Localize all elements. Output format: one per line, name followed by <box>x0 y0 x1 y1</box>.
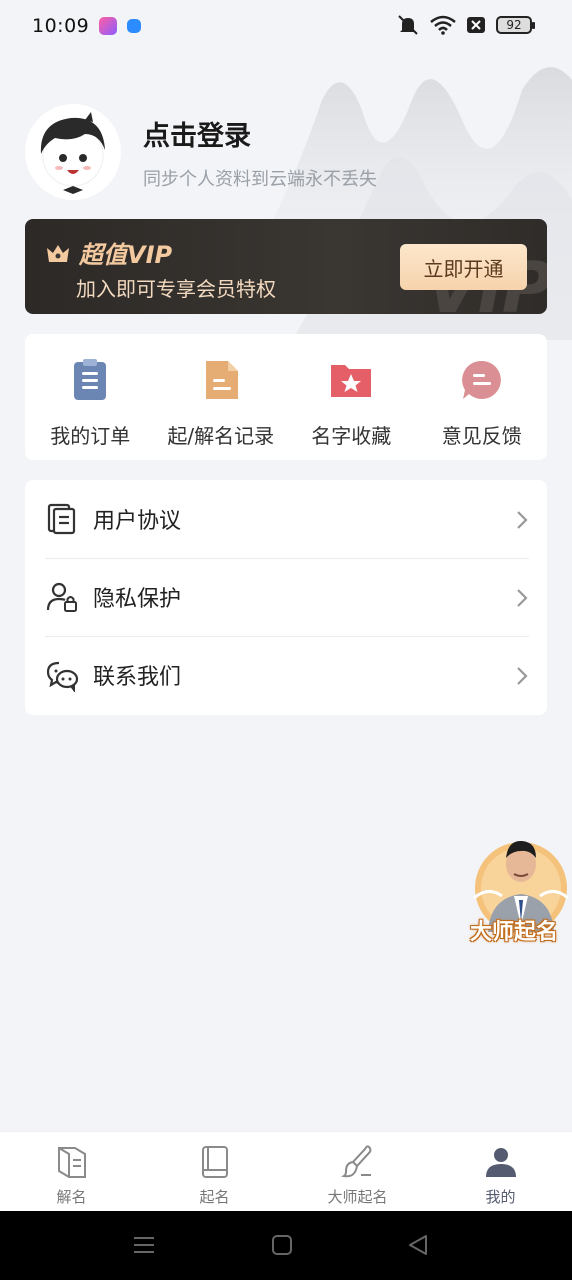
bottom-nav: 解名 起名 大师起名 我的 <box>0 1131 572 1211</box>
avatar[interactable] <box>25 104 121 200</box>
login-subtitle: 同步个人资料到云端永不丢失 <box>143 168 377 190</box>
master-naming-label: 大师起名 <box>470 920 559 945</box>
book-icon <box>201 1146 228 1178</box>
quick-label-favorites: 名字收藏 <box>311 424 392 448</box>
nav-tab-naming[interactable]: 起名 <box>143 1132 286 1211</box>
chevron-right-icon <box>517 667 528 685</box>
nav-label-master: 大师起名 <box>327 1188 388 1206</box>
open-vip-button[interactable]: 立即开通 <box>400 244 527 290</box>
nav-tab-mine[interactable]: 我的 <box>429 1132 572 1211</box>
order-clipboard-icon <box>74 359 107 400</box>
feedback-bubble-icon <box>461 360 501 399</box>
status-time: 10:09 <box>32 15 90 37</box>
wifi-icon <box>430 15 456 35</box>
sim-blocked-icon <box>467 17 485 33</box>
quick-label-feedback: 意见反馈 <box>441 424 522 448</box>
menu-label-user-agreement: 用户协议 <box>93 509 182 534</box>
nav-label-naming: 起名 <box>199 1188 230 1206</box>
quick-item-records[interactable]: 起/解名记录 <box>156 334 287 460</box>
menu-icon[interactable] <box>133 1233 155 1257</box>
battery-indicator: 92 <box>496 16 535 34</box>
quick-item-favorites[interactable]: 名字收藏 <box>286 334 417 460</box>
app-notification-icon <box>99 17 118 35</box>
nav-tab-interpret[interactable]: 解名 <box>0 1132 143 1211</box>
quick-item-orders[interactable]: 我的订单 <box>25 334 156 460</box>
menu-label-contact: 联系我们 <box>93 665 182 690</box>
quick-item-feedback[interactable]: 意见反馈 <box>417 334 548 460</box>
nav-label-mine: 我的 <box>485 1188 516 1206</box>
master-naming-float-button[interactable]: 大师起名 <box>466 826 572 945</box>
chevron-right-icon <box>517 589 528 607</box>
chevron-right-icon <box>517 511 528 529</box>
nav-label-interpret: 解名 <box>56 1188 87 1206</box>
back-icon[interactable] <box>407 1233 429 1257</box>
favorite-folder-icon <box>331 365 372 397</box>
default-avatar-icon <box>40 112 105 194</box>
chat-icon <box>46 661 79 692</box>
quick-actions: 我的订单 起/解名记录 名字收藏 意见反馈 <box>25 334 547 460</box>
home-icon[interactable] <box>271 1233 293 1257</box>
quick-label-orders: 我的订单 <box>50 424 131 448</box>
status-right: 92 <box>396 14 535 36</box>
mute-bell-icon <box>398 15 418 35</box>
record-document-icon <box>205 361 238 399</box>
menu-item-privacy[interactable]: 隐私保护 <box>25 558 547 636</box>
settings-menu: 用户协议 隐私保护 联系我们 <box>25 480 547 715</box>
login-prompt[interactable]: 点击登录 <box>143 114 377 153</box>
quick-label-records: 起/解名记录 <box>167 424 275 448</box>
menu-item-user-agreement[interactable]: 用户协议 <box>25 480 547 558</box>
brush-icon <box>340 1145 371 1178</box>
battery-level: 92 <box>506 18 522 32</box>
vip-banner[interactable]: VIP 超值VIP 加入即可专享会员特权 立即开通 <box>25 219 547 314</box>
user-lock-icon <box>46 582 77 612</box>
vip-title: 超值VIP <box>79 241 173 269</box>
system-navigation-bar <box>0 1211 572 1280</box>
nav-tab-master[interactable]: 大师起名 <box>286 1132 429 1211</box>
menu-item-contact[interactable]: 联系我们 <box>25 636 547 714</box>
crown-icon <box>47 244 69 262</box>
menu-label-privacy: 隐私保护 <box>93 587 182 612</box>
book-open-icon <box>57 1147 86 1178</box>
app-notification-icon-2 <box>127 19 142 33</box>
profile-header[interactable]: 点击登录 同步个人资料到云端永不丢失 <box>25 104 377 200</box>
vip-subtitle: 加入即可专享会员特权 <box>76 277 276 301</box>
person-icon <box>485 1148 516 1177</box>
document-icon <box>47 503 76 535</box>
